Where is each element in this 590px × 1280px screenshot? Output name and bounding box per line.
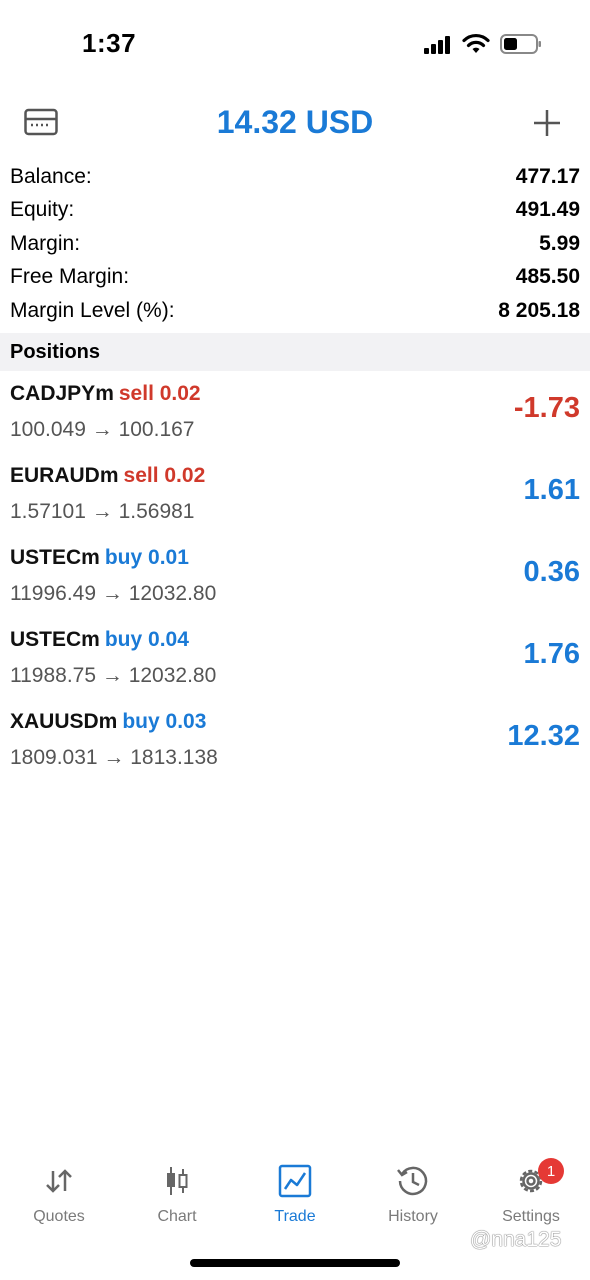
notification-badge: 1 (538, 1158, 564, 1184)
position-prices: 11996.49 → 12032.80 (10, 582, 217, 605)
position-symbol: USTECm (10, 546, 100, 569)
position-prices: 1.57101 → 1.56981 (10, 500, 195, 523)
tab-quotes[interactable]: Quotes (0, 1150, 118, 1240)
summary-row-margin-level: Margin Level (%): 8 205.18 (0, 294, 590, 328)
trade-chart-icon (278, 1164, 312, 1198)
position-title: XAUUSDm buy 0.03 (10, 710, 206, 734)
position-prices: 100.049 → 100.167 (10, 418, 195, 441)
position-profit: 12.32 (507, 720, 580, 752)
position-title: USTECm buy 0.04 (10, 628, 189, 652)
candlestick-icon (167, 1167, 188, 1195)
plus-icon[interactable] (532, 108, 562, 138)
summary-row-margin: Margin: 5.99 (0, 227, 590, 261)
summary-value: 8 205.18 (498, 298, 580, 322)
position-prices: 1809.031 → 1813.138 (10, 746, 218, 769)
position-type: buy 0.01 (104, 546, 189, 569)
position-symbol: XAUUSDm (10, 710, 118, 733)
position-title: USTECm buy 0.01 (10, 546, 189, 570)
header: 14.32 USD (0, 92, 590, 156)
position-prices: 11988.75 → 12032.80 (10, 664, 217, 687)
watermark: @nna125 (470, 1228, 562, 1251)
account-summary: Balance: 477.17 Equity: 491.49 Margin: 5… (0, 160, 590, 328)
positions-section-header: Positions (0, 333, 590, 371)
position-profit: 1.61 (523, 474, 580, 506)
summary-row-free-margin: Free Margin: 485.50 (0, 261, 590, 295)
home-indicator[interactable] (190, 1259, 400, 1267)
summary-label: Equity: (10, 198, 75, 222)
status-bar: 1:37 (0, 0, 590, 90)
tab-label: History (388, 1208, 438, 1225)
position-type: buy 0.03 (122, 710, 207, 733)
tab-bar: Quotes Chart Trade History 1 Settings (0, 1150, 590, 1240)
position-row[interactable]: USTECm buy 0.04 11988.75 → 12032.80 1.76 (0, 618, 590, 700)
summary-row-balance: Balance: 477.17 (0, 160, 590, 194)
summary-value: 5.99 (539, 231, 580, 255)
summary-value: 485.50 (515, 265, 580, 289)
tab-label: Quotes (33, 1208, 85, 1225)
position-row[interactable]: CADJPYm sell 0.02 100.049 → 100.167 -1.73 (0, 372, 590, 454)
position-symbol: CADJPYm (10, 382, 114, 405)
position-type: sell 0.02 (118, 382, 201, 405)
tab-history[interactable]: History (354, 1150, 472, 1240)
position-profit: 1.76 (523, 638, 580, 670)
tab-chart[interactable]: Chart (118, 1150, 236, 1240)
tab-trade[interactable]: Trade (236, 1150, 354, 1240)
wifi-icon (462, 33, 490, 53)
battery-icon (500, 34, 541, 54)
position-profit: 0.36 (523, 556, 580, 588)
summary-row-equity: Equity: 491.49 (0, 194, 590, 228)
tab-settings[interactable]: 1 Settings (472, 1150, 590, 1240)
position-row[interactable]: USTECm buy 0.01 11996.49 → 12032.80 0.36 (0, 536, 590, 618)
summary-label: Free Margin: (10, 265, 130, 289)
position-symbol: EURAUDm (10, 464, 119, 487)
summary-value: 491.49 (515, 198, 580, 222)
signal-icon (424, 36, 450, 54)
position-profit: -1.73 (513, 392, 580, 424)
history-clock-icon (397, 1166, 428, 1196)
tab-label: Chart (157, 1208, 197, 1225)
tab-label: Trade (274, 1208, 316, 1225)
position-title: EURAUDm sell 0.02 (10, 464, 205, 488)
positions-list: CADJPYm sell 0.02 100.049 → 100.167 -1.73… (0, 372, 590, 782)
tab-label: Settings (502, 1208, 560, 1225)
header-balance-title: 14.32 USD (216, 104, 374, 140)
position-title: CADJPYm sell 0.02 (10, 382, 201, 406)
position-type: buy 0.04 (104, 628, 189, 651)
position-row[interactable]: EURAUDm sell 0.02 1.57101 → 1.56981 1.61 (0, 454, 590, 536)
position-symbol: USTECm (10, 628, 100, 651)
status-time: 1:37 (82, 28, 137, 58)
quotes-arrows-icon (46, 1169, 72, 1193)
summary-label: Balance: (10, 164, 92, 188)
position-row[interactable]: XAUUSDm buy 0.03 1809.031 → 1813.138 12.3… (0, 700, 590, 782)
summary-label: Margin Level (%): (10, 298, 175, 322)
summary-label: Margin: (10, 231, 81, 255)
summary-value: 477.17 (515, 164, 580, 188)
position-type: sell 0.02 (123, 464, 206, 487)
